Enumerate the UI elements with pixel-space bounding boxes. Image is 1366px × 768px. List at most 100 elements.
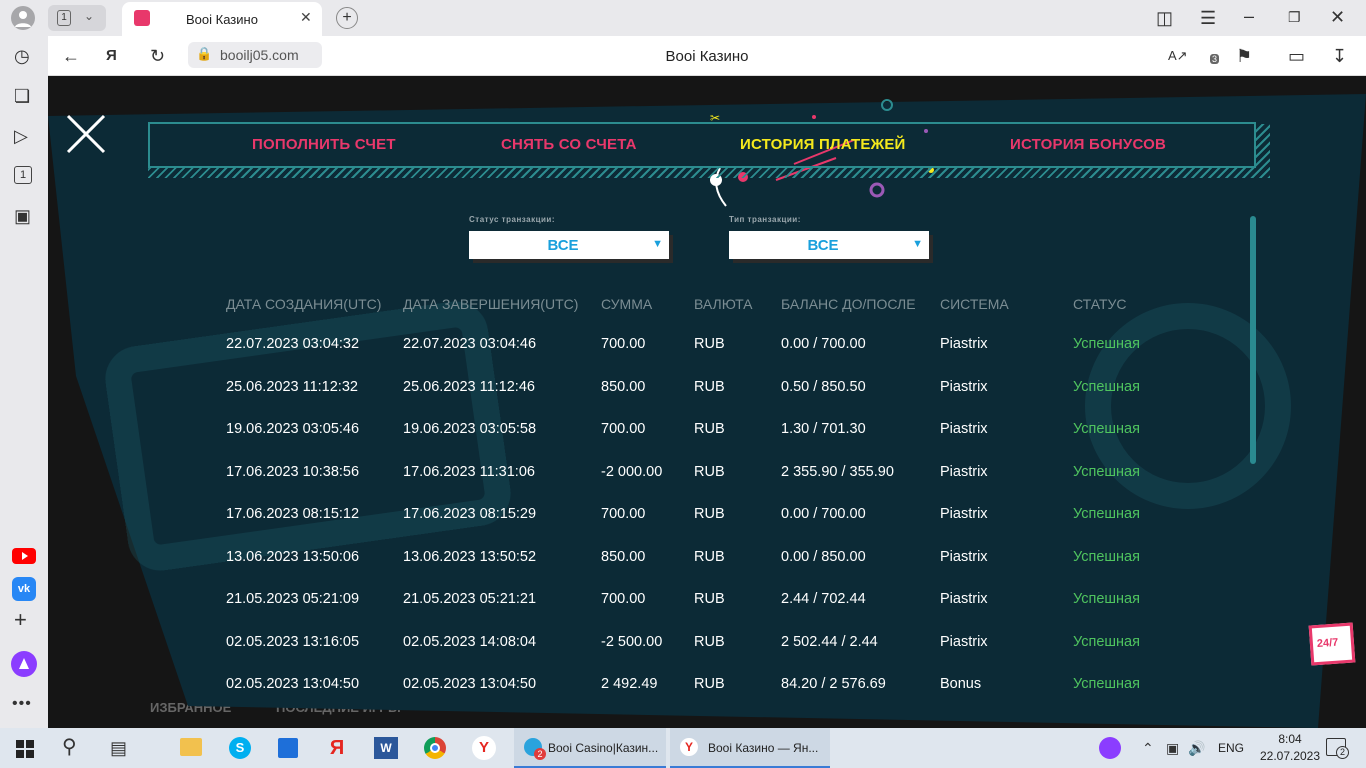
- tabs-1-icon[interactable]: 1: [14, 166, 32, 184]
- history-icon[interactable]: ◷: [14, 46, 30, 66]
- column-header-status: СТАТУС: [1073, 296, 1127, 312]
- cell-system: Bonus: [940, 676, 982, 692]
- download-icon[interactable]: ↧: [1332, 46, 1347, 66]
- store-icon[interactable]: [278, 738, 298, 758]
- cell-completed-date: 22.07.2023 03:04:46: [403, 336, 537, 352]
- cell-currency: RUB: [694, 591, 725, 607]
- column-header-created-date: ДАТА СОЗДАНИЯ(UTC): [226, 296, 382, 312]
- cell-completed-date: 17.06.2023 08:15:29: [403, 506, 537, 522]
- yandex-browser-icon[interactable]: Y: [472, 736, 496, 760]
- cell-currency: RUB: [694, 633, 725, 650]
- browser-tab[interactable]: Booi Казино ✕: [122, 2, 322, 36]
- menu-icon[interactable]: ☰: [1200, 8, 1216, 28]
- clock-time[interactable]: 8:04: [1268, 732, 1312, 746]
- cell-created-date: 02.05.2023 13:16:05: [226, 633, 360, 650]
- bookmark-icon[interactable]: ⚑: [1236, 46, 1252, 66]
- cell-status: Успешная: [1073, 378, 1140, 395]
- volume-icon[interactable]: 🔊: [1188, 738, 1205, 758]
- cell-completed-date: 21.05.2023 05:21:21: [403, 591, 537, 607]
- transaction-type-select[interactable]: ВСЕ ▼: [729, 231, 929, 259]
- cell-created-date: 21.05.2023 05:21:09: [226, 591, 360, 607]
- tab-withdraw[interactable]: СНЯТЬ СО СЧЕТА: [501, 136, 637, 153]
- dropdown-arrow-icon: ▼: [912, 238, 923, 250]
- tab-count: 1: [57, 10, 71, 26]
- new-tab-icon[interactable]: +: [336, 7, 358, 29]
- cell-amount: -2 500.00: [601, 633, 663, 650]
- network-icon[interactable]: ▣: [1166, 738, 1179, 758]
- video-icon[interactable]: ▷: [14, 126, 28, 146]
- collections-icon[interactable]: ❏: [14, 86, 30, 106]
- cell-currency: RUB: [694, 676, 725, 692]
- tab-deposit[interactable]: ПОПОЛНИТЬ СЧЕТ: [252, 136, 396, 153]
- profile-avatar-icon[interactable]: [11, 6, 35, 30]
- downloads-badge: 3: [1210, 54, 1220, 64]
- minimize-icon[interactable]: –: [1244, 6, 1254, 26]
- browser-tab-bar: 1 ⌄ Booi Казино ✕ + ◫ ☰ – ❐ ✕: [0, 0, 1366, 36]
- close-window-icon[interactable]: ✕: [1330, 7, 1345, 27]
- alice-tray-icon[interactable]: [1099, 737, 1121, 759]
- tab-counter-button[interactable]: 1 ⌄: [48, 5, 106, 31]
- column-header-completed-date: ДАТА ЗАВЕРШЕНИЯ(UTC): [403, 296, 579, 312]
- cell-status: Успешная: [1073, 591, 1140, 607]
- taskbar-window-telegram[interactable]: 2 Booi Casino|Казин...: [514, 728, 666, 768]
- alice-icon[interactable]: [11, 651, 37, 677]
- tabs-frame-stripes: [148, 168, 1270, 178]
- search-icon[interactable]: ⚲: [62, 737, 77, 757]
- cell-balance: 2 355.90 / 355.90: [781, 463, 894, 480]
- cell-status: Успешная: [1073, 421, 1140, 437]
- windows-start-icon[interactable]: [16, 740, 34, 758]
- extensions-icon[interactable]: ▭: [1288, 46, 1305, 66]
- vk-icon[interactable]: vk: [12, 577, 36, 601]
- transaction-status-value: ВСЕ: [547, 237, 579, 254]
- cell-currency: RUB: [694, 421, 725, 437]
- youtube-icon[interactable]: [12, 548, 36, 564]
- cell-amount: 700.00: [601, 591, 646, 607]
- cell-completed-date: 13.06.2023 13:50:52: [403, 548, 537, 565]
- cell-system: Piastrix: [940, 548, 988, 565]
- word-icon[interactable]: W: [374, 737, 398, 759]
- cell-status: Успешная: [1073, 506, 1140, 522]
- close-icon: [66, 114, 106, 154]
- close-tab-icon[interactable]: ✕: [300, 9, 312, 26]
- file-explorer-icon[interactable]: [180, 738, 202, 756]
- cell-amount: 700.00: [601, 506, 646, 522]
- taskbar-window-browser[interactable]: Y Booi Казино — Ян...: [670, 728, 830, 768]
- language-indicator[interactable]: ENG: [1218, 728, 1244, 768]
- notifications-count: 2: [1336, 746, 1349, 759]
- screenshot-icon[interactable]: ▣: [14, 206, 31, 226]
- close-modal-button[interactable]: [66, 114, 106, 154]
- task-view-icon[interactable]: ▤: [110, 738, 127, 758]
- tray-expand-icon[interactable]: ⌃: [1142, 738, 1154, 758]
- cell-balance: 0.50 / 850.50: [781, 378, 866, 395]
- restore-icon[interactable]: ❐: [1288, 7, 1301, 27]
- cell-status: Успешная: [1073, 336, 1140, 352]
- taskbar-window-telegram-title: Booi Casino|Казин...: [548, 741, 659, 755]
- cell-status: Успешная: [1073, 633, 1140, 650]
- tab-title: Booi Казино: [186, 12, 258, 27]
- tab-payment-history[interactable]: ИСТОРИЯ ПЛАТЕЖЕЙ: [740, 136, 906, 153]
- cell-created-date: 13.06.2023 13:50:06: [226, 548, 360, 565]
- downloads-counter-icon[interactable]: 3: [1200, 44, 1222, 66]
- cell-amount: 850.00: [601, 378, 646, 395]
- browser-sidebar: ◷ ❏ ▷ 1 ▣ vk + •••: [0, 36, 48, 728]
- more-icon[interactable]: •••: [12, 694, 32, 714]
- scrollbar[interactable]: [1250, 216, 1256, 464]
- chrome-icon[interactable]: [424, 737, 446, 759]
- cell-completed-date: 02.05.2023 13:04:50: [403, 676, 537, 692]
- cell-balance: 0.00 / 850.00: [781, 548, 866, 565]
- chevron-down-icon: ⌄: [84, 9, 95, 23]
- support-badge-label: 24/7: [1316, 636, 1339, 651]
- transaction-status-select[interactable]: ВСЕ ▼: [469, 231, 669, 259]
- support-chat-button[interactable]: 24/7: [1308, 622, 1356, 666]
- windows-taskbar: ⚲ ▤ S Я W Y 2 Booi Casino|Казин... Y Boo…: [0, 728, 1366, 768]
- skype-icon[interactable]: S: [229, 737, 251, 759]
- translate-icon[interactable]: A↗: [1168, 46, 1188, 66]
- yandex-icon[interactable]: Я: [326, 737, 348, 759]
- tab-bonus-history[interactable]: ИСТОРИЯ БОНУСОВ: [1010, 136, 1166, 153]
- cell-currency: RUB: [694, 336, 725, 352]
- telegram-badge: 2: [534, 748, 546, 760]
- add-icon[interactable]: +: [14, 609, 27, 631]
- bookmarks-panel-icon[interactable]: ◫: [1156, 8, 1173, 28]
- notifications-icon[interactable]: 2: [1326, 738, 1349, 759]
- clock-date[interactable]: 22.07.2023: [1252, 749, 1328, 763]
